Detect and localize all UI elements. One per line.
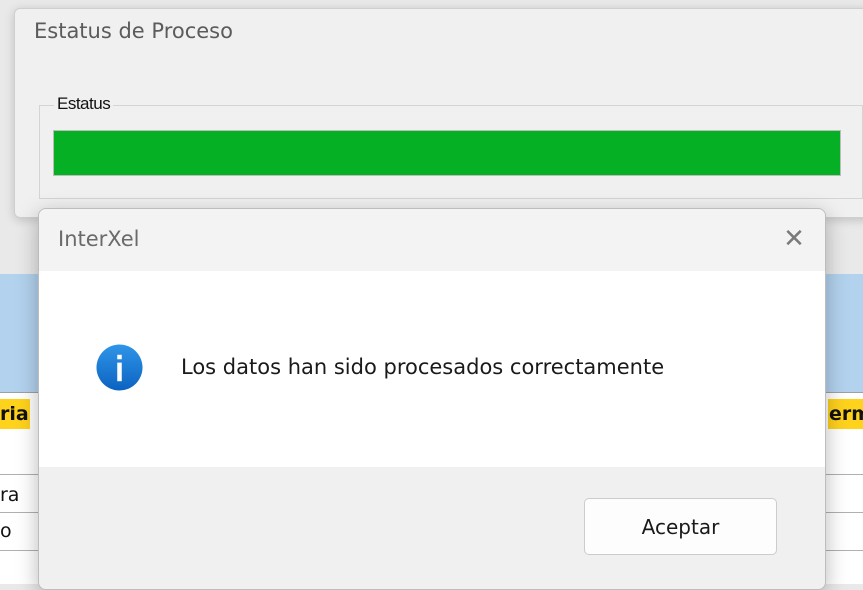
dialog-body: Los datos han sido procesados correctame… bbox=[39, 271, 825, 467]
close-icon[interactable]: ✕ bbox=[779, 225, 809, 255]
status-groupbox: Estatus bbox=[39, 94, 863, 199]
progress-fill bbox=[54, 131, 840, 175]
dialog-footer: Aceptar bbox=[39, 467, 825, 589]
status-window: Estatus de Proceso Estatus bbox=[14, 8, 863, 218]
dialog-message: Los datos han sido procesados correctame… bbox=[181, 355, 665, 379]
status-group-label: Estatus bbox=[54, 94, 114, 114]
status-window-title: Estatus de Proceso bbox=[34, 19, 233, 43]
dialog-titlebar: InterXel ✕ bbox=[39, 209, 825, 271]
background-row-text: ra bbox=[0, 484, 20, 506]
background-header-left: ria bbox=[0, 399, 30, 429]
info-icon bbox=[96, 344, 143, 391]
message-dialog: InterXel ✕ Los datos han sido procesados… bbox=[38, 208, 826, 590]
dialog-title: InterXel bbox=[58, 227, 140, 251]
ok-button[interactable]: Aceptar bbox=[584, 498, 777, 555]
background-header-right: erm bbox=[828, 399, 863, 429]
background-row-text: o bbox=[0, 520, 12, 542]
progress-bar bbox=[53, 130, 841, 176]
